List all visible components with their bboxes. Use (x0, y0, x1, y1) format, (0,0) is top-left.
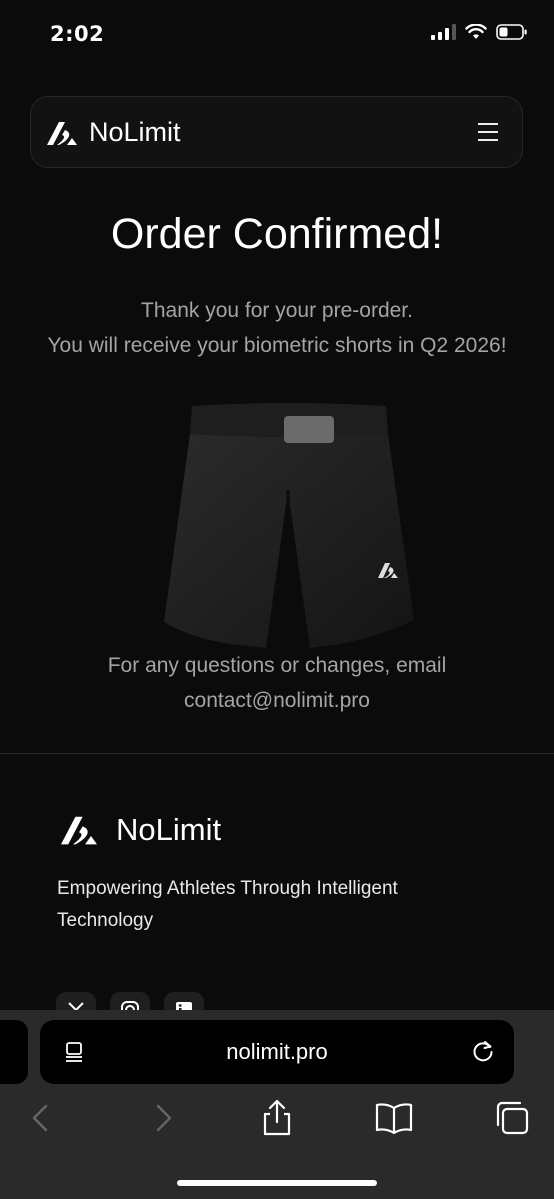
url-text: nolimit.pro (226, 1039, 328, 1064)
status-time: 2:02 (50, 22, 105, 46)
cellular-signal-icon (431, 24, 456, 40)
message-line-1: Thank you for your pre-order. (141, 299, 413, 322)
brand-name: NoLimit (89, 117, 181, 147)
previous-tab-preview[interactable] (0, 1020, 28, 1084)
section-divider (0, 753, 554, 754)
footer-tagline: Empowering Athletes Through Intelligent … (57, 878, 398, 931)
contact-email-link[interactable]: contact@nolimit.pro (30, 683, 524, 718)
status-bar: 2:02 (0, 0, 554, 70)
contact-message: For any questions or changes, email cont… (30, 648, 524, 718)
reload-icon[interactable] (470, 1038, 496, 1064)
footer-brand-name: NoLimit (116, 812, 222, 847)
browser-toolbar (0, 1098, 554, 1148)
site-header: NoLimit (30, 96, 523, 168)
header-brand[interactable]: NoLimit (45, 117, 181, 148)
share-icon[interactable] (257, 1098, 297, 1138)
confirmation-message: Thank you for your pre-order. You will r… (30, 293, 524, 363)
nolimit-logo-icon (47, 121, 77, 145)
wifi-icon (465, 24, 487, 39)
battery-icon (496, 24, 527, 40)
back-icon[interactable] (22, 1098, 62, 1138)
page-title: Order Confirmed! (110, 210, 444, 258)
contact-line: For any questions or changes, email (107, 654, 447, 677)
status-icons (431, 24, 528, 40)
home-indicator[interactable] (177, 1180, 377, 1186)
message-line-2: You will receive your biometric shorts i… (47, 334, 507, 357)
biometric-shorts-image (164, 403, 414, 651)
forward-icon[interactable] (142, 1098, 182, 1138)
hamburger-menu-icon[interactable] (478, 123, 500, 143)
browser-bottom-bar: nolimit.pro (0, 1010, 554, 1199)
address-bar[interactable]: nolimit.pro (40, 1020, 514, 1084)
tabs-icon[interactable] (492, 1098, 532, 1138)
nolimit-logo-icon (61, 816, 97, 845)
bookmarks-icon[interactable] (374, 1098, 414, 1138)
footer-brand[interactable]: NoLimit (56, 812, 221, 848)
